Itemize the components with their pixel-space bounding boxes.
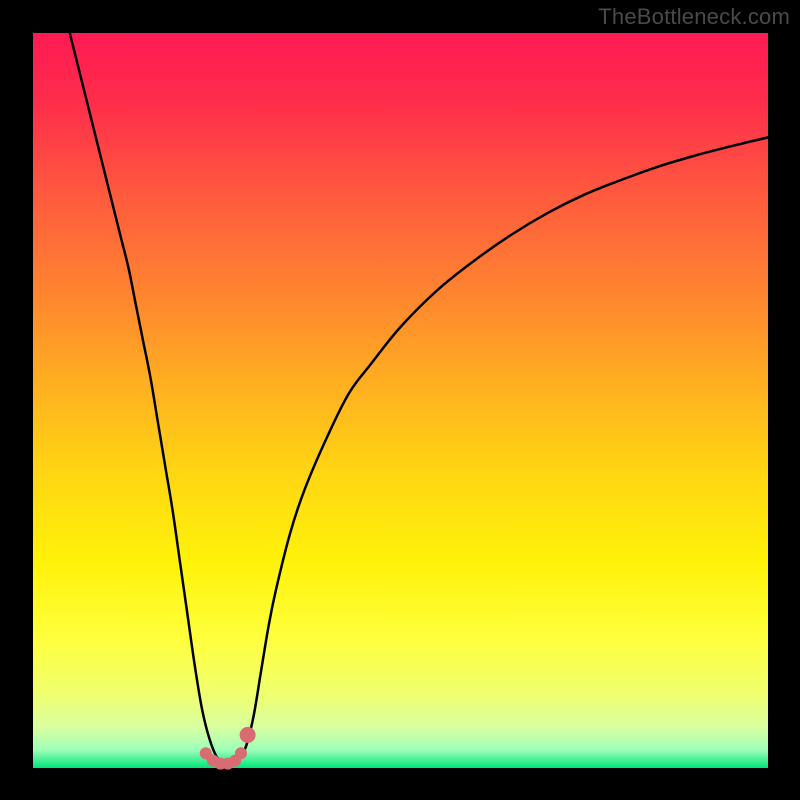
chart-frame: TheBottleneck.com: [0, 0, 800, 800]
plot-background: [33, 33, 768, 768]
marker-dot: [240, 727, 256, 743]
bottleneck-chart: [0, 0, 800, 800]
watermark-text: TheBottleneck.com: [598, 4, 790, 30]
marker-dot: [235, 747, 247, 759]
